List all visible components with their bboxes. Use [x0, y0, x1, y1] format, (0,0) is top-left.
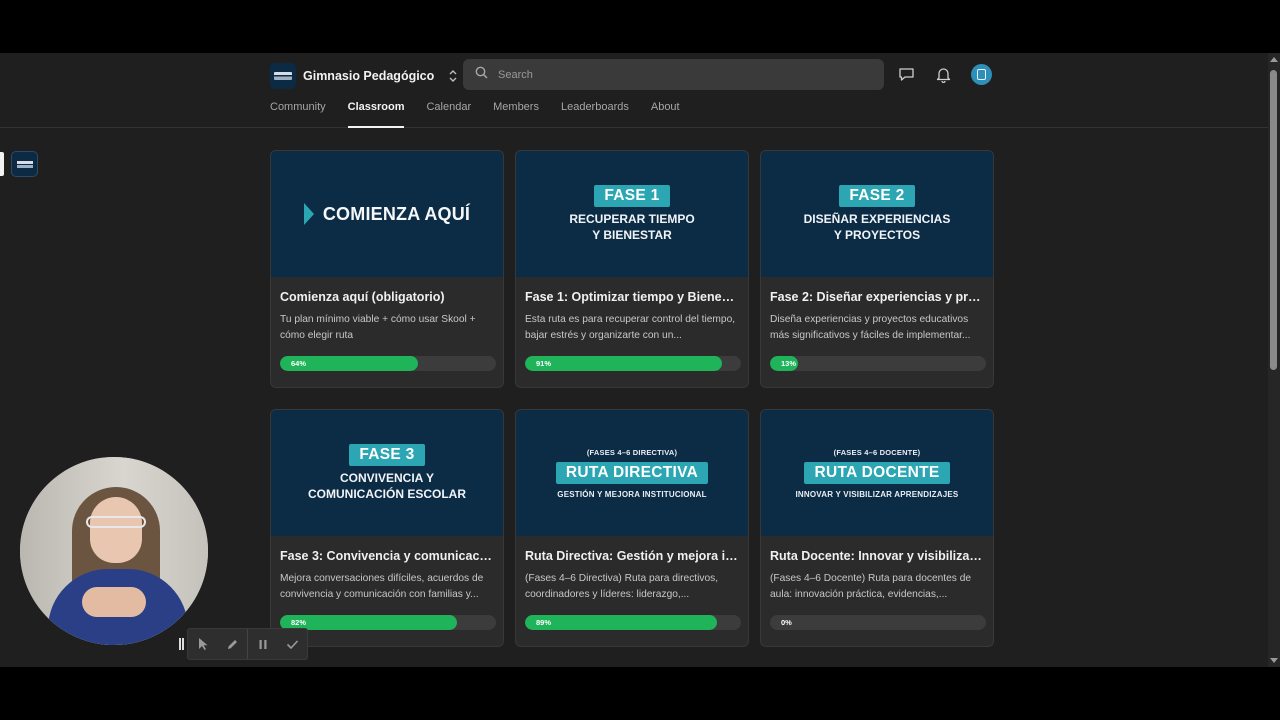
pause-icon[interactable]	[248, 628, 278, 660]
bell-icon[interactable]	[933, 64, 953, 84]
course-title[interactable]: Ruta Directiva: Gestión y mejora institu…	[525, 549, 739, 563]
course-title[interactable]: Ruta Docente: Innovar y visibilizar apre…	[770, 549, 984, 563]
tab-members[interactable]: Members	[493, 99, 539, 128]
cover-line: Y BIENESTAR	[592, 228, 672, 242]
scrollbar[interactable]	[1268, 53, 1280, 667]
cover-small: (FASES 4–6 DIRECTIVA)	[586, 447, 678, 457]
course-card[interactable]: COMIENZA AQUÍ Comienza aquí (obligatorio…	[270, 150, 504, 388]
cover-line: COMUNICACIÓN ESCOLAR	[308, 487, 466, 501]
cover-sub: INNOVAR Y VISIBILIZAR APRENDIZAJES	[795, 489, 959, 499]
progress-fill	[525, 615, 718, 630]
course-description: (Fases 4–6 Directiva) Ruta para directiv…	[525, 573, 719, 600]
play-arrow-icon	[303, 203, 314, 225]
course-description: Diseña experiencias y proyectos educativ…	[770, 314, 971, 341]
cover-line: DISEÑAR EXPERIENCIAS	[803, 212, 951, 226]
search-bar[interactable]	[463, 59, 884, 90]
course-description: Esta ruta es para recuperar control del …	[525, 314, 736, 341]
course-card[interactable]: (FASES 4–6 DOCENTE) RUTA DOCENTE INNOVAR…	[760, 409, 994, 647]
pointer-icon[interactable]	[188, 628, 218, 660]
progress-label: 13%	[781, 359, 797, 368]
sidebar-group-logo[interactable]	[11, 151, 38, 177]
cover-pill: RUTA DIRECTIVA	[555, 461, 709, 484]
tab-about[interactable]: About	[651, 99, 680, 128]
tab-calendar[interactable]: Calendar	[426, 99, 471, 128]
course-progress-bar: 91%	[525, 356, 741, 371]
course-title[interactable]: Fase 3: Convivencia y comunicación escol…	[280, 549, 494, 563]
course-card[interactable]: FASE 3 CONVIVENCIA Y COMUNICACIÓN ESCOLA…	[270, 409, 504, 647]
course-cover: FASE 1 RECUPERAR TIEMPO Y BIENESTAR	[516, 151, 748, 277]
course-title[interactable]: Comienza aquí (obligatorio)	[280, 290, 494, 304]
tab-leaderboards[interactable]: Leaderboards	[561, 99, 629, 128]
tab-classroom[interactable]: Classroom	[347, 99, 404, 128]
chevron-up-down-icon[interactable]	[446, 68, 460, 84]
course-progress-bar: 64%	[280, 356, 496, 371]
course-progress-bar: 89%	[525, 615, 741, 630]
course-card[interactable]: (FASES 4–6 DIRECTIVA) RUTA DIRECTIVA GES…	[515, 409, 749, 647]
progress-fill	[525, 356, 722, 371]
check-icon[interactable]	[277, 628, 307, 660]
course-title[interactable]: Fase 1: Optimizar tiempo y Bienestar	[525, 290, 739, 304]
cover-title: COMIENZA AQUÍ	[322, 203, 471, 224]
pencil-icon[interactable]	[218, 628, 248, 660]
scrollbar-thumb[interactable]	[1270, 70, 1277, 370]
course-description: Mejora conversaciones difíciles, acuerdo…	[280, 573, 484, 600]
cover-pill: RUTA DOCENTE	[804, 461, 950, 484]
cover-line: CONVIVENCIA Y	[339, 471, 435, 485]
chat-icon[interactable]	[896, 64, 916, 84]
annotation-toolbar	[187, 628, 308, 660]
course-description: Tu plan mínimo viable + cómo usar Skool …	[280, 314, 476, 341]
cover-pill: FASE 1	[594, 185, 670, 207]
active-group-indicator	[0, 152, 4, 176]
course-card[interactable]: FASE 1 RECUPERAR TIEMPO Y BIENESTAR Fase…	[515, 150, 749, 388]
progress-label: 89%	[536, 618, 552, 627]
group-logo	[270, 63, 296, 89]
cover-line: RECUPERAR TIEMPO	[569, 212, 695, 226]
progress-label: 91%	[536, 359, 552, 368]
course-cover: COMIENZA AQUÍ	[271, 151, 503, 277]
scroll-up-icon[interactable]	[1270, 57, 1278, 62]
group-switcher[interactable]: Gimnasio Pedagógico	[270, 61, 460, 91]
group-name: Gimnasio Pedagógico	[303, 69, 435, 83]
search-icon	[475, 66, 488, 84]
nav-tabs: Community Classroom Calendar Members Lea…	[270, 99, 702, 128]
tab-community[interactable]: Community	[270, 99, 326, 128]
cover-pill: FASE 3	[349, 444, 425, 466]
course-progress-bar: 82%	[280, 615, 496, 630]
course-card[interactable]: FASE 2 DISEÑAR EXPERIENCIAS Y PROYECTOS …	[760, 150, 994, 388]
course-cover: FASE 3 CONVIVENCIA Y COMUNICACIÓN ESCOLA…	[271, 410, 503, 536]
course-progress-bar: 13%	[770, 356, 986, 371]
user-avatar[interactable]	[971, 64, 992, 85]
search-input[interactable]	[498, 68, 858, 81]
scroll-down-icon[interactable]	[1270, 658, 1278, 663]
course-cover: (FASES 4–6 DIRECTIVA) RUTA DIRECTIVA GES…	[516, 410, 748, 536]
cover-small: (FASES 4–6 DOCENTE)	[833, 447, 921, 457]
header: Gimnasio Pedagógico Community Classroom …	[0, 53, 1268, 128]
progress-label: 0%	[781, 618, 792, 627]
course-progress-bar: 0%	[770, 615, 986, 630]
cover-sub: GESTIÓN Y MEJORA INSTITUCIONAL	[557, 489, 707, 499]
webcam-overlay	[20, 457, 208, 645]
course-cover: FASE 2 DISEÑAR EXPERIENCIAS Y PROYECTOS	[761, 151, 993, 277]
cover-pill: FASE 2	[839, 185, 915, 207]
course-title[interactable]: Fase 2: Diseñar experiencias y proyectos	[770, 290, 984, 304]
cover-line: Y PROYECTOS	[833, 228, 921, 242]
drag-handle-icon[interactable]	[179, 638, 184, 650]
progress-label: 64%	[291, 359, 307, 368]
course-description: (Fases 4–6 Docente) Ruta para docentes d…	[770, 573, 972, 600]
course-cover: (FASES 4–6 DOCENTE) RUTA DOCENTE INNOVAR…	[761, 410, 993, 536]
